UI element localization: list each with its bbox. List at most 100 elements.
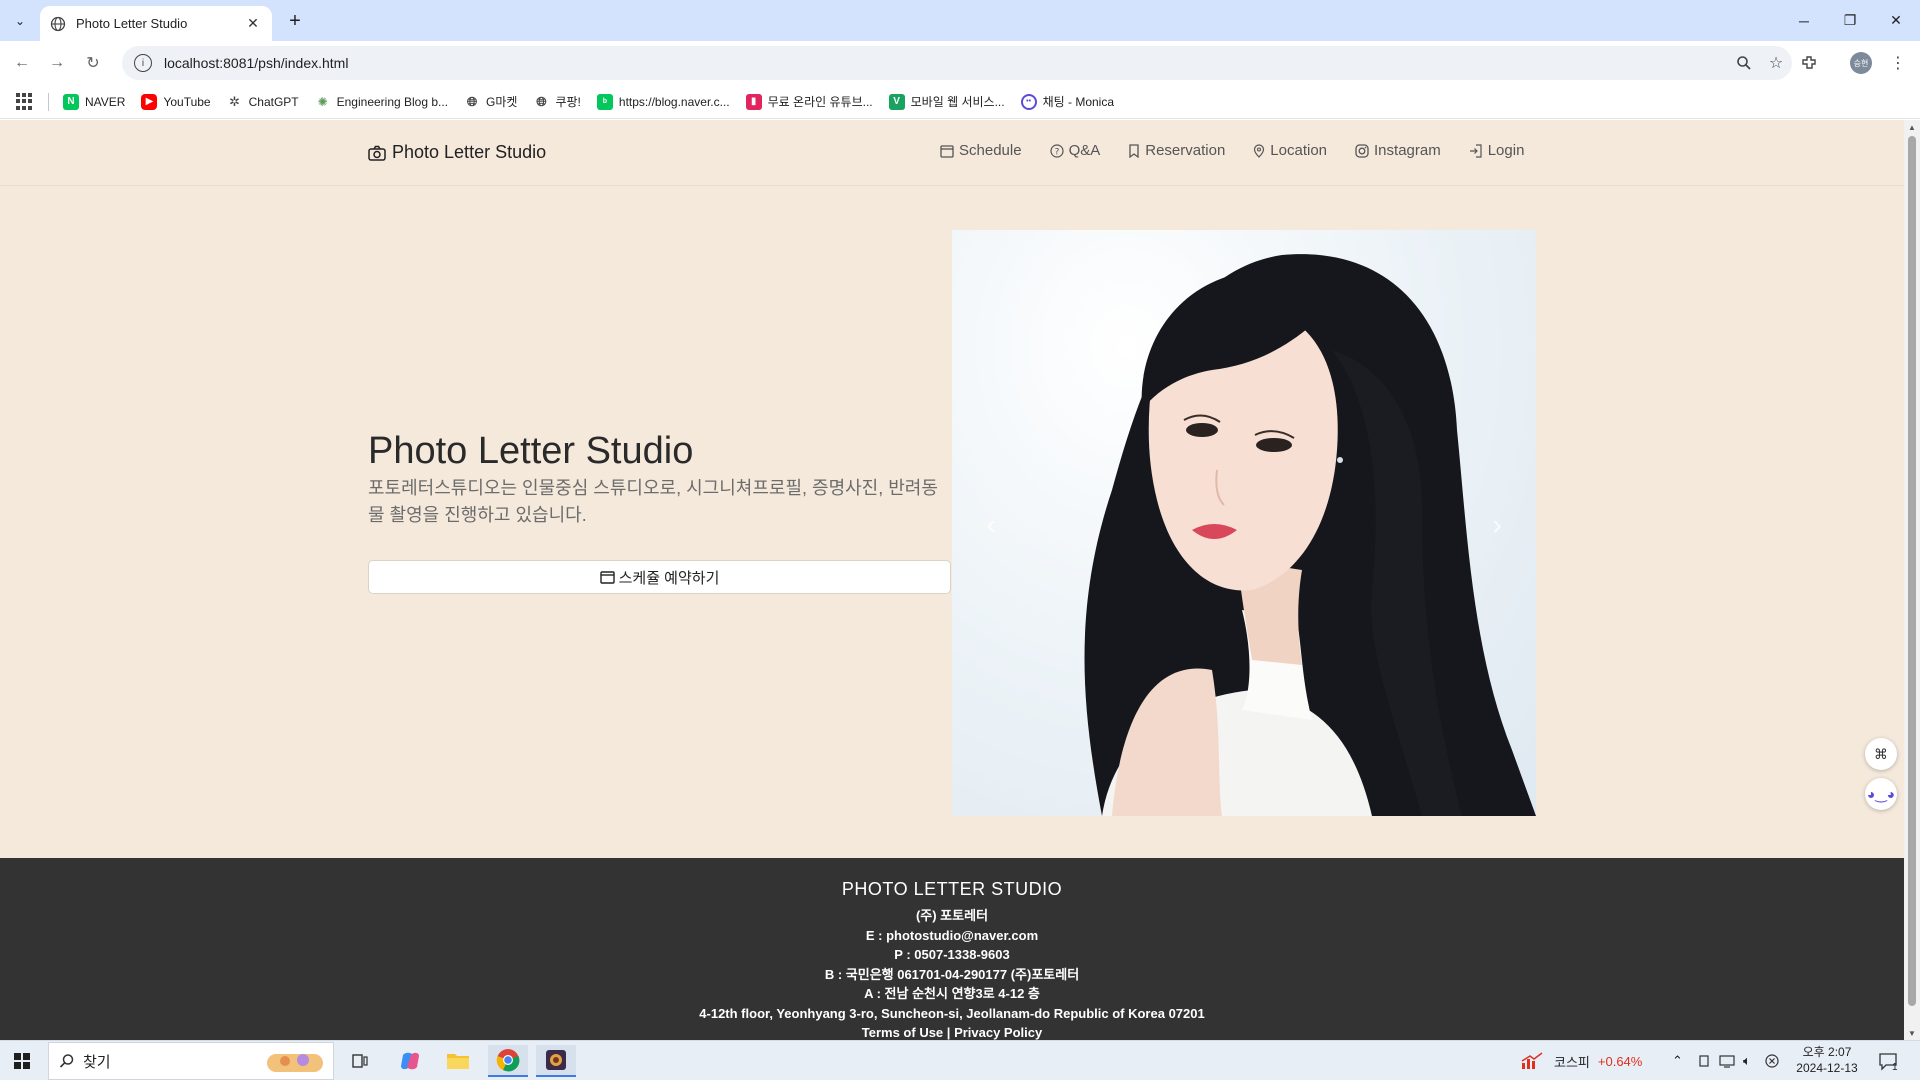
engineering-blog-icon: ✺ — [317, 94, 328, 109]
windows-taskbar: 찾기 코스피 +0.64% ⌃ 🔈︎ 오후 2:07 2024-12-13 1 — [0, 1040, 1920, 1080]
volume-icon[interactable]: 🔈︎ — [1743, 1041, 1751, 1081]
taskbar-clock[interactable]: 오후 2:07 2024-12-13 — [1792, 1044, 1862, 1076]
scroll-up-icon[interactable]: ▲ — [1904, 120, 1920, 134]
page-scrollbar[interactable]: ▲ ▼ — [1904, 120, 1920, 1040]
nav-instagram[interactable]: Instagram — [1355, 142, 1441, 159]
footer-link-separator: | — [946, 1025, 951, 1040]
search-icon — [59, 1054, 74, 1068]
reload-icon[interactable]: ↻ — [80, 50, 106, 76]
scroll-down-icon[interactable]: ▼ — [1904, 1026, 1920, 1040]
browser-tab-bar: ⌄ Photo Letter Studio ✕ + ─ ❐ ✕ — [0, 0, 1920, 41]
nav-location[interactable]: Location — [1253, 142, 1327, 159]
clock-time: 오후 2:07 — [1802, 1045, 1852, 1059]
stock-widget[interactable]: 코스피 +0.64% — [1520, 1041, 1642, 1081]
notification-count: 1 — [1892, 1061, 1898, 1073]
monica-assistant-icon[interactable]: ◕‿◕ — [1865, 778, 1897, 810]
site-navbar: Photo Letter Studio Schedule ? Q&A Reser… — [0, 120, 1904, 186]
close-window-icon[interactable]: ✕ — [1873, 0, 1919, 41]
network-icon[interactable] — [1719, 1041, 1735, 1081]
footer-address-kr: A : 전남 순천시 연향3로 4-12 층 — [864, 986, 1040, 1001]
nav-reservation[interactable]: Reservation — [1128, 142, 1225, 159]
youtube-icon: ▶ — [141, 93, 158, 110]
stock-chart-icon — [1521, 1052, 1543, 1069]
login-icon — [1469, 143, 1482, 158]
page-viewport: Photo Letter Studio Schedule ? Q&A Reser… — [0, 120, 1904, 1040]
globe-icon: 🌐︎ — [536, 93, 547, 109]
browser-tab[interactable]: Photo Letter Studio ✕ — [40, 6, 272, 41]
bookmark-mobile-web[interactable]: V 모바일 웹 서비스... — [888, 93, 1005, 110]
tab-search-chevron-icon[interactable]: ⌄ — [8, 9, 32, 33]
question-circle-icon: ? — [1049, 143, 1064, 158]
extensions-icon[interactable] — [1796, 50, 1822, 76]
status-x-icon[interactable] — [1765, 1041, 1779, 1081]
bookmark-naver-blog[interactable]: b https://blog.naver.c... — [596, 93, 730, 110]
bookmark-monica[interactable]: •• 채팅 - Monica — [1020, 93, 1114, 110]
task-view-icon[interactable] — [340, 1045, 380, 1077]
bookmark-separator — [48, 92, 49, 111]
game-app-icon[interactable] — [536, 1045, 576, 1077]
nav-login[interactable]: Login — [1469, 142, 1524, 159]
address-bar[interactable]: i localhost:8081/psh/index.html ☆ — [122, 46, 1792, 80]
browser-toolbar: ← → ↻ i localhost:8081/psh/index.html ☆ — [0, 41, 1920, 85]
bookmark-youtube[interactable]: ▶ YouTube — [141, 93, 211, 110]
restore-icon[interactable]: ❐ — [1827, 0, 1873, 41]
command-shortcut-icon[interactable]: ⌘ — [1865, 738, 1897, 770]
carousel-next-icon[interactable]: › — [1482, 509, 1512, 540]
scrollbar-thumb[interactable] — [1908, 136, 1916, 1006]
clock-date: 2024-12-13 — [1796, 1061, 1858, 1075]
footer-title: PHOTO LETTER STUDIO — [841, 879, 1063, 899]
tab-close-icon[interactable]: ✕ — [244, 15, 262, 32]
bookmark-icon: ▮ — [745, 93, 762, 110]
profile-avatar[interactable]: 승현 — [1850, 52, 1872, 74]
v-icon: V — [888, 93, 905, 110]
hero-carousel-photo: ‹ › — [952, 230, 1536, 816]
taskbar-search[interactable]: 찾기 — [48, 1042, 334, 1080]
camera-icon — [368, 145, 386, 161]
globe-icon — [50, 16, 66, 31]
nav-links: Schedule ? Q&A Reservation Location Inst… — [940, 142, 1552, 159]
chatgpt-icon: ✲ — [229, 93, 241, 109]
bookmark-gmarket[interactable]: 🌐︎ G마켓 — [464, 93, 518, 110]
tray-chevron-icon[interactable]: ⌃ — [1672, 1041, 1683, 1081]
windows-start-icon[interactable] — [8, 1049, 36, 1073]
nav-schedule[interactable]: Schedule — [940, 142, 1022, 159]
footer-company: (주) 포토레터 — [915, 908, 989, 923]
url-text[interactable]: localhost:8081/psh/index.html — [164, 55, 1728, 71]
terms-link[interactable]: Terms of Use — [862, 1025, 943, 1040]
bookmark-chatgpt[interactable]: ✲ ChatGPT — [227, 93, 298, 110]
bookmark-youtube-tool[interactable]: ▮ 무료 온라인 유튜브... — [745, 93, 873, 110]
copilot-icon[interactable] — [390, 1045, 430, 1077]
search-label: 찾기 — [83, 1053, 111, 1071]
chrome-taskbar-icon[interactable] — [488, 1045, 528, 1077]
privacy-link[interactable]: Privacy Policy — [954, 1025, 1042, 1040]
nav-qna[interactable]: ? Q&A — [1049, 142, 1100, 159]
carousel-prev-icon[interactable]: ‹ — [976, 509, 1006, 540]
apps-grid-icon[interactable] — [16, 92, 34, 111]
monica-icon: •• — [1020, 93, 1037, 110]
file-explorer-icon[interactable] — [438, 1045, 478, 1077]
forward-icon[interactable]: → — [44, 50, 70, 76]
site-info-icon[interactable]: i — [134, 54, 152, 72]
back-icon[interactable]: ← — [9, 50, 35, 76]
bookmark-naver[interactable]: N NAVER — [63, 93, 125, 110]
meet-now-icon[interactable] — [1697, 1041, 1711, 1081]
new-tab-icon[interactable]: + — [282, 8, 308, 34]
naver-blog-icon: b — [596, 93, 613, 110]
zoom-icon[interactable] — [1728, 47, 1760, 79]
map-pin-icon — [1254, 143, 1265, 158]
naver-icon: N — [63, 93, 79, 110]
brand-link[interactable]: Photo Letter Studio — [368, 142, 546, 163]
menu-kebab-icon[interactable]: ⋮ — [1885, 50, 1911, 76]
notification-icon[interactable]: 1 — [1878, 1041, 1898, 1081]
footer-phone: P : 0507-1338-9603 — [894, 947, 1010, 962]
brand-text: Photo Letter Studio — [392, 142, 547, 162]
bookmark-star-icon[interactable]: ☆ — [1760, 47, 1792, 79]
portrait-image — [1084, 254, 1536, 816]
calendar-icon — [940, 144, 954, 158]
minimize-icon[interactable]: ─ — [1781, 0, 1827, 41]
footer-links: Terms of Use | Privacy Policy — [0, 1023, 1904, 1040]
schedule-reservation-button[interactable]: 스케쥴 예약하기 — [368, 560, 951, 594]
bookmark-coupang[interactable]: 🌐︎ 쿠팡! — [533, 93, 581, 110]
bookmarks-bar: N NAVER ▶ YouTube ✲ ChatGPT ✺ Engineering Bl… — [0, 85, 1920, 119]
bookmark-engineering-blog[interactable]: ✺ Engineering Blog b... — [315, 94, 448, 110]
